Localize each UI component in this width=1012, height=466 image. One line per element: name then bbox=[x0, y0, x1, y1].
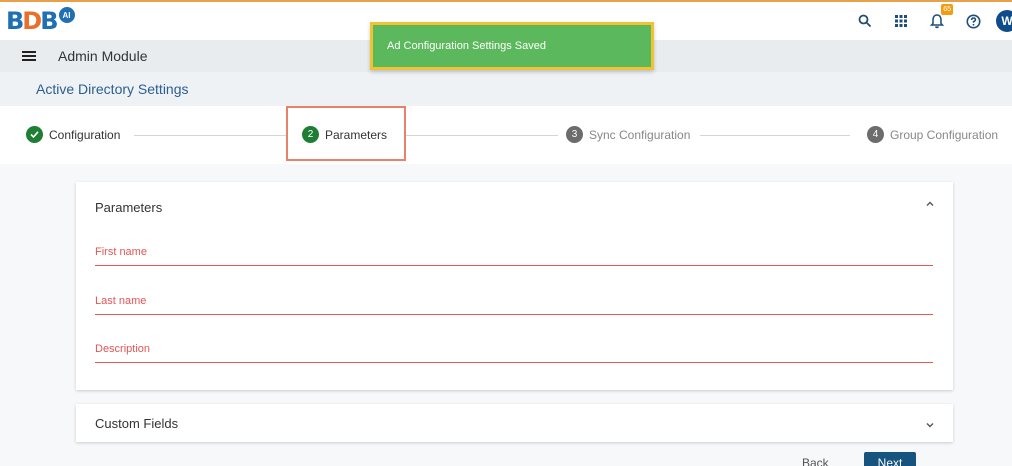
step-label: Group Configuration bbox=[890, 127, 999, 142]
apps-grid-icon[interactable] bbox=[890, 10, 912, 32]
back-button[interactable]: Back bbox=[802, 456, 829, 466]
step-label: Configuration bbox=[49, 127, 121, 142]
parameters-title: Parameters bbox=[95, 200, 163, 215]
step-sync-configuration[interactable]: 3 Sync Configuration bbox=[566, 126, 690, 143]
last-name-field[interactable]: Last name bbox=[95, 289, 933, 315]
user-avatar[interactable]: W bbox=[996, 10, 1012, 32]
chevron-down-icon[interactable] bbox=[925, 420, 935, 430]
description-field[interactable]: Description bbox=[95, 337, 933, 363]
step-number: 3 bbox=[566, 126, 583, 143]
toast-message: Ad Configuration Settings Saved bbox=[387, 40, 546, 52]
first-name-field[interactable]: First name bbox=[95, 240, 933, 266]
search-icon[interactable] bbox=[854, 10, 876, 32]
brand-logo[interactable]: BDB AI bbox=[6, 7, 75, 35]
description-label: Description bbox=[95, 343, 151, 355]
page-title: Active Directory Settings bbox=[36, 81, 189, 97]
stepper: Configuration 2 Parameters 3 Sync Config… bbox=[0, 106, 1012, 164]
step-connector bbox=[134, 135, 286, 136]
module-title: Admin Module bbox=[58, 48, 148, 64]
custom-fields-title: Custom Fields bbox=[95, 416, 179, 431]
page-header: Active Directory Settings bbox=[0, 72, 1012, 106]
notification-badge: 65 bbox=[941, 4, 953, 15]
check-icon bbox=[26, 126, 43, 143]
help-icon[interactable] bbox=[962, 10, 984, 32]
first-name-label: First name bbox=[95, 246, 147, 258]
next-button[interactable]: Next bbox=[864, 452, 916, 466]
bell-icon[interactable]: 65 bbox=[926, 4, 953, 32]
step-number: 4 bbox=[867, 126, 884, 143]
success-toast: Ad Configuration Settings Saved bbox=[370, 22, 654, 70]
active-step-highlight bbox=[286, 106, 406, 161]
last-name-label: Last name bbox=[95, 295, 147, 307]
custom-fields-panel[interactable]: Custom Fields bbox=[76, 404, 953, 442]
menu-icon[interactable] bbox=[22, 51, 36, 61]
step-label: Sync Configuration bbox=[589, 127, 691, 142]
step-configuration[interactable]: Configuration bbox=[26, 126, 120, 143]
step-group-configuration[interactable]: 4 Group Configuration bbox=[867, 126, 998, 143]
chevron-up-icon[interactable] bbox=[925, 199, 935, 209]
step-connector bbox=[406, 135, 558, 136]
step-connector bbox=[700, 135, 850, 136]
logo-text: BDB bbox=[6, 7, 58, 35]
parameters-panel: Parameters First name Last name Descript… bbox=[76, 182, 953, 390]
logo-ai-badge: AI bbox=[58, 7, 75, 23]
